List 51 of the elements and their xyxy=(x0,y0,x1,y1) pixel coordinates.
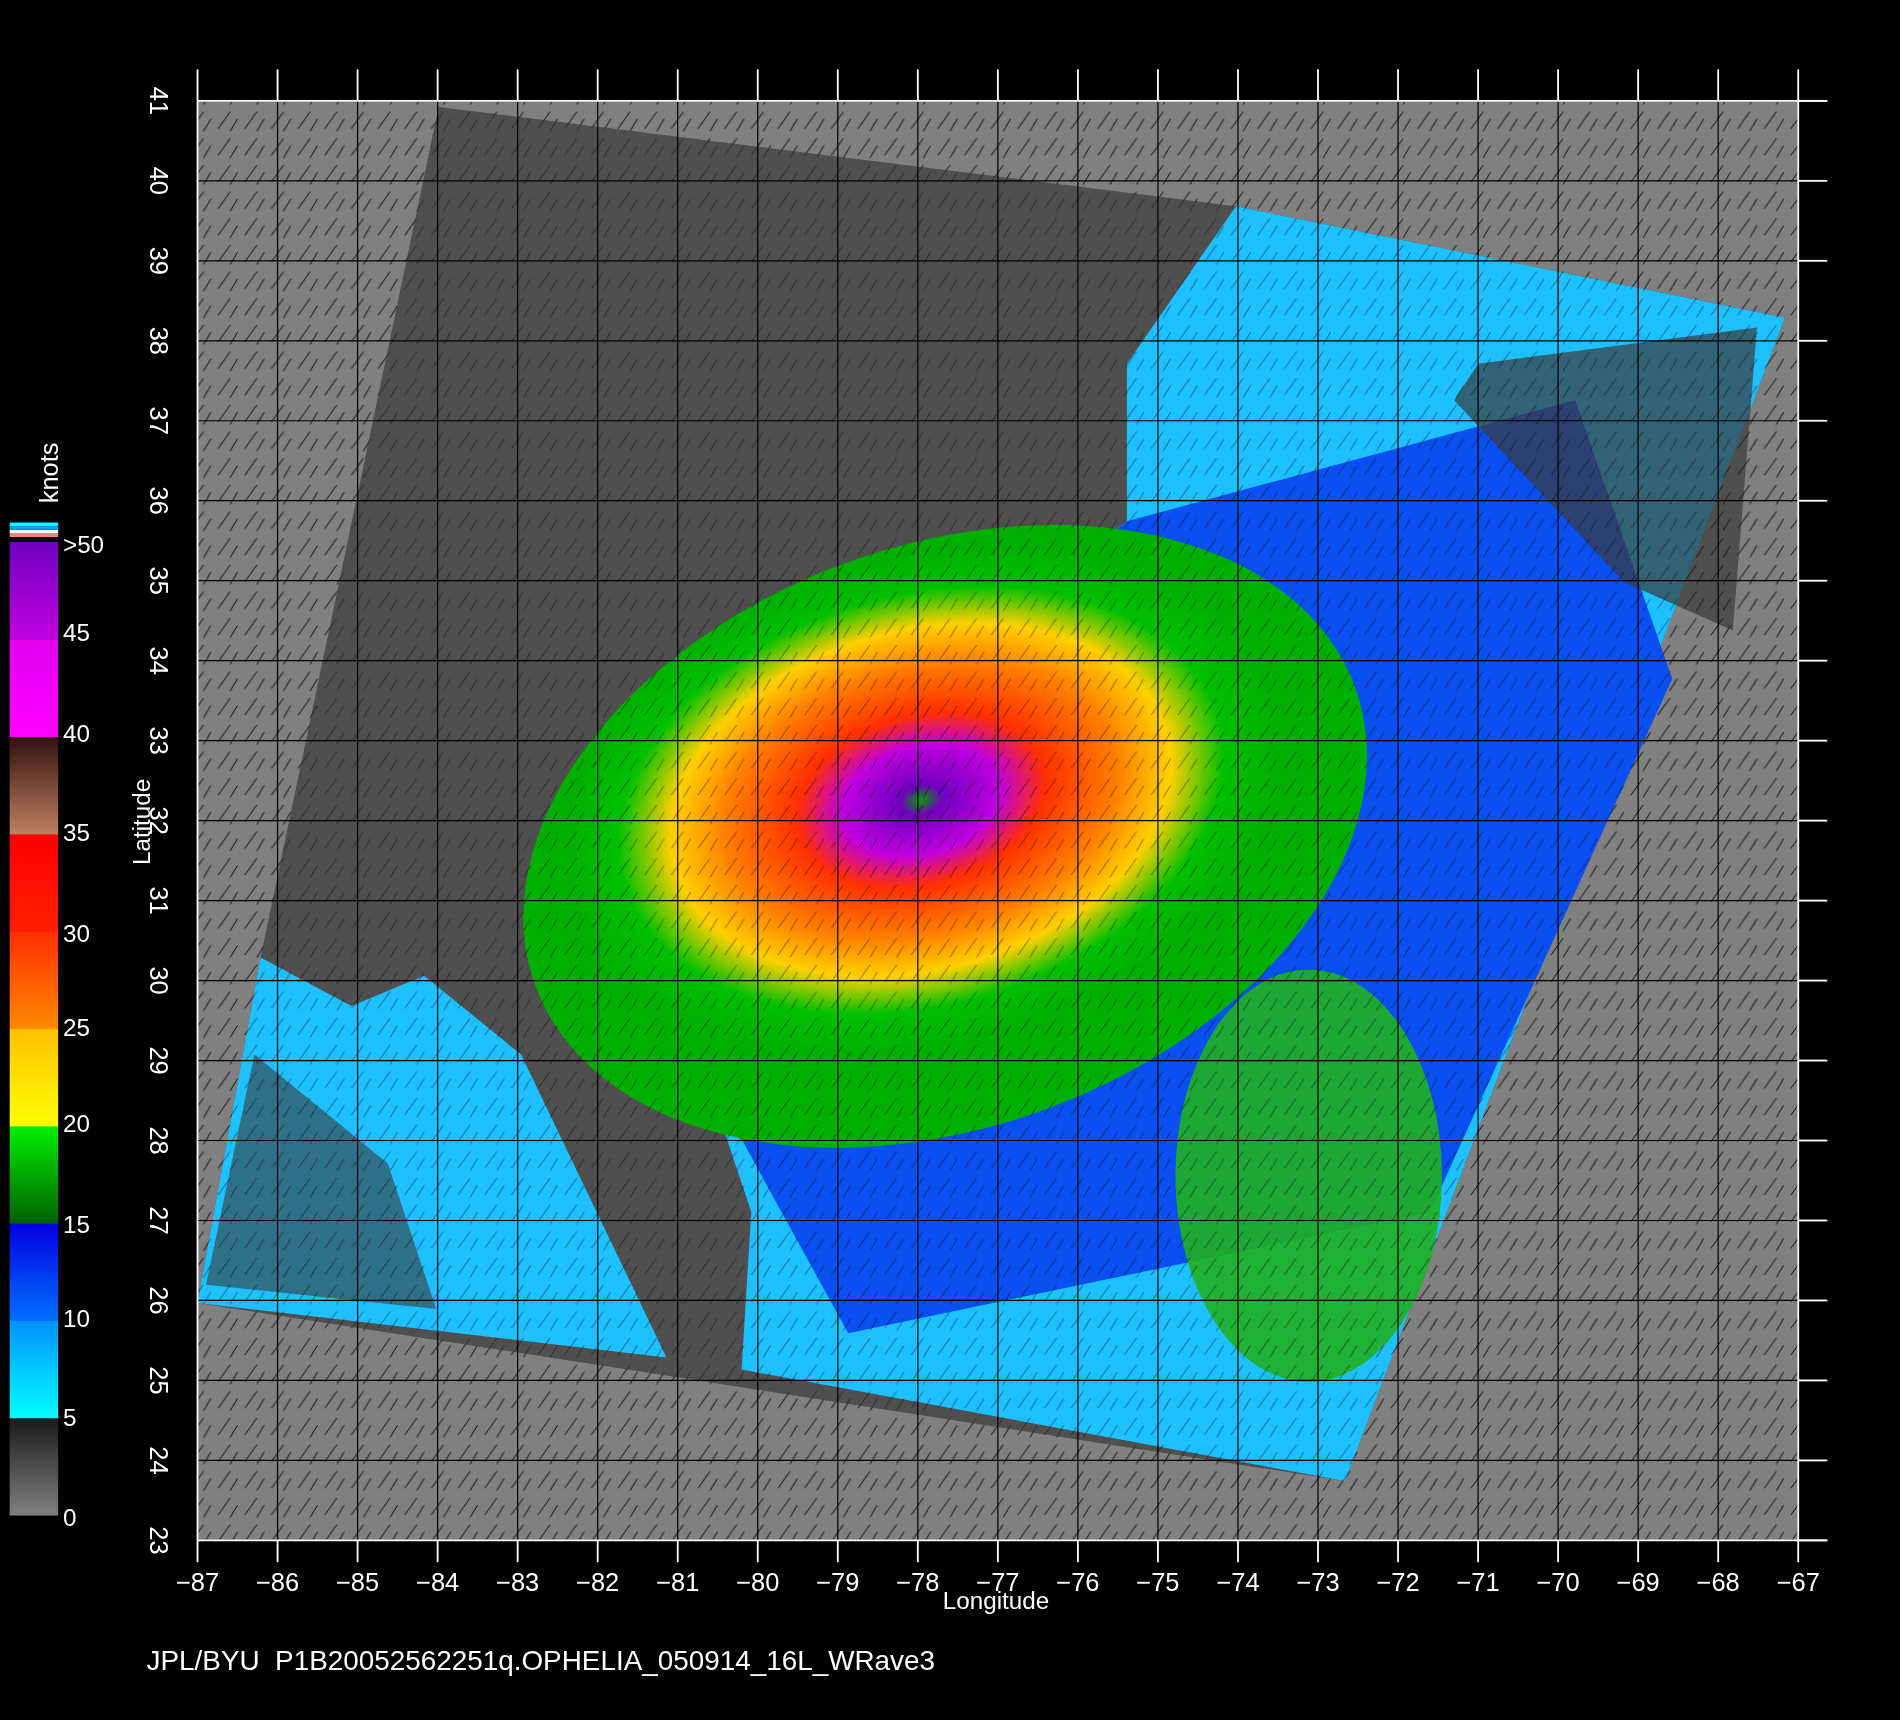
tick-label: −79 xyxy=(816,1568,860,1597)
tick-label: 27 xyxy=(145,1206,174,1235)
scale-label: 15 xyxy=(63,1210,90,1238)
tick-label: −68 xyxy=(1696,1568,1740,1597)
scale-label: >50 xyxy=(63,530,105,558)
tick-label: 38 xyxy=(145,326,174,355)
tick-label: −84 xyxy=(416,1568,460,1597)
caption: JPL/BYU P1B20052562251q.OPHELIA_050914_16L_WRave3 xyxy=(146,1645,935,1677)
tick-label: 30 xyxy=(145,966,174,995)
tick-label: −81 xyxy=(656,1568,700,1597)
tick-label: −73 xyxy=(1296,1568,1340,1597)
tick-label: −85 xyxy=(336,1568,380,1597)
scale-label: 0 xyxy=(63,1503,77,1531)
scale-label: 30 xyxy=(63,919,90,947)
scale-label: 45 xyxy=(63,619,90,647)
tick-label: −70 xyxy=(1536,1568,1580,1597)
tick-label: −72 xyxy=(1376,1568,1420,1597)
tick-label: 36 xyxy=(145,486,174,515)
tick-label: 31 xyxy=(145,886,174,915)
tick-label: −74 xyxy=(1216,1568,1260,1597)
tick-label: 40 xyxy=(145,166,174,195)
scale-label: 10 xyxy=(63,1305,90,1333)
scale-label: 35 xyxy=(63,819,90,847)
tick-label: 34 xyxy=(145,646,174,675)
tick-label: 28 xyxy=(145,1126,174,1155)
scale-label: 5 xyxy=(63,1404,77,1432)
scale-label: 20 xyxy=(63,1110,90,1138)
tick-label: −67 xyxy=(1776,1568,1820,1597)
tick-label: 35 xyxy=(145,566,174,595)
tick-label: 41 xyxy=(145,86,174,115)
tick-label: −76 xyxy=(1056,1568,1100,1597)
tick-label: −80 xyxy=(736,1568,780,1597)
tick-label: −83 xyxy=(496,1568,540,1597)
unit-label: knots xyxy=(35,442,64,504)
tick-label: 24 xyxy=(145,1446,174,1475)
tick-label: −78 xyxy=(896,1568,940,1597)
tick-label: −69 xyxy=(1616,1568,1660,1597)
tick-label: 26 xyxy=(145,1286,174,1315)
tick-label: −86 xyxy=(255,1568,300,1597)
tick-label: −82 xyxy=(576,1568,620,1597)
tick-label: 39 xyxy=(145,246,174,275)
scale-label: 25 xyxy=(63,1014,90,1042)
tick-label: −87 xyxy=(175,1568,220,1597)
tick-label: 23 xyxy=(145,1526,174,1555)
tick-label: 37 xyxy=(145,406,174,435)
scale-label: 40 xyxy=(63,719,90,747)
tick-label: 29 xyxy=(145,1046,174,1075)
tick-label: 33 xyxy=(145,726,174,755)
tick-label: −75 xyxy=(1136,1568,1180,1597)
tick-label: 25 xyxy=(145,1366,174,1395)
tick-label: −71 xyxy=(1456,1568,1500,1597)
